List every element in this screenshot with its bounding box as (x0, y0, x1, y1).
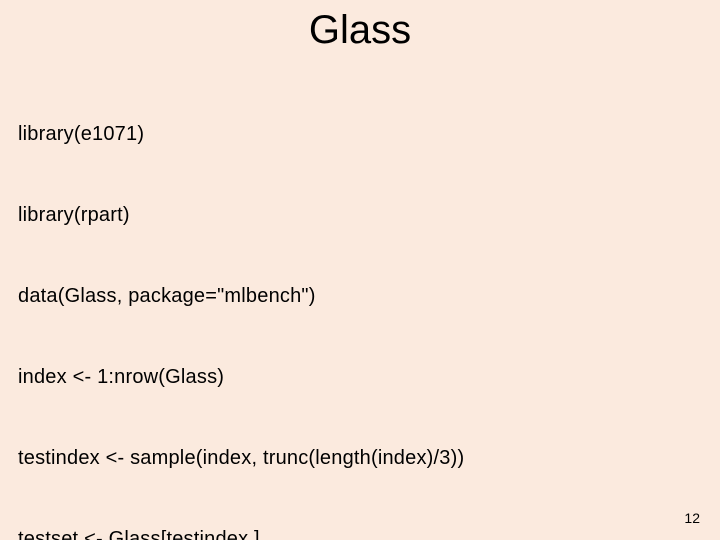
code-line: index <- 1:nrow(Glass) (18, 364, 702, 391)
page-number: 12 (684, 510, 700, 526)
code-line: testset <- Glass[testindex,] (18, 526, 702, 540)
code-line: library(rpart) (18, 202, 702, 229)
code-block: library(e1071) library(rpart) data(Glass… (18, 67, 702, 540)
code-line: testindex <- sample(index, trunc(length(… (18, 445, 702, 472)
code-line: library(e1071) (18, 121, 702, 148)
slide: Glass library(e1071) library(rpart) data… (0, 0, 720, 540)
slide-title: Glass (18, 8, 702, 53)
code-line: data(Glass, package="mlbench") (18, 283, 702, 310)
